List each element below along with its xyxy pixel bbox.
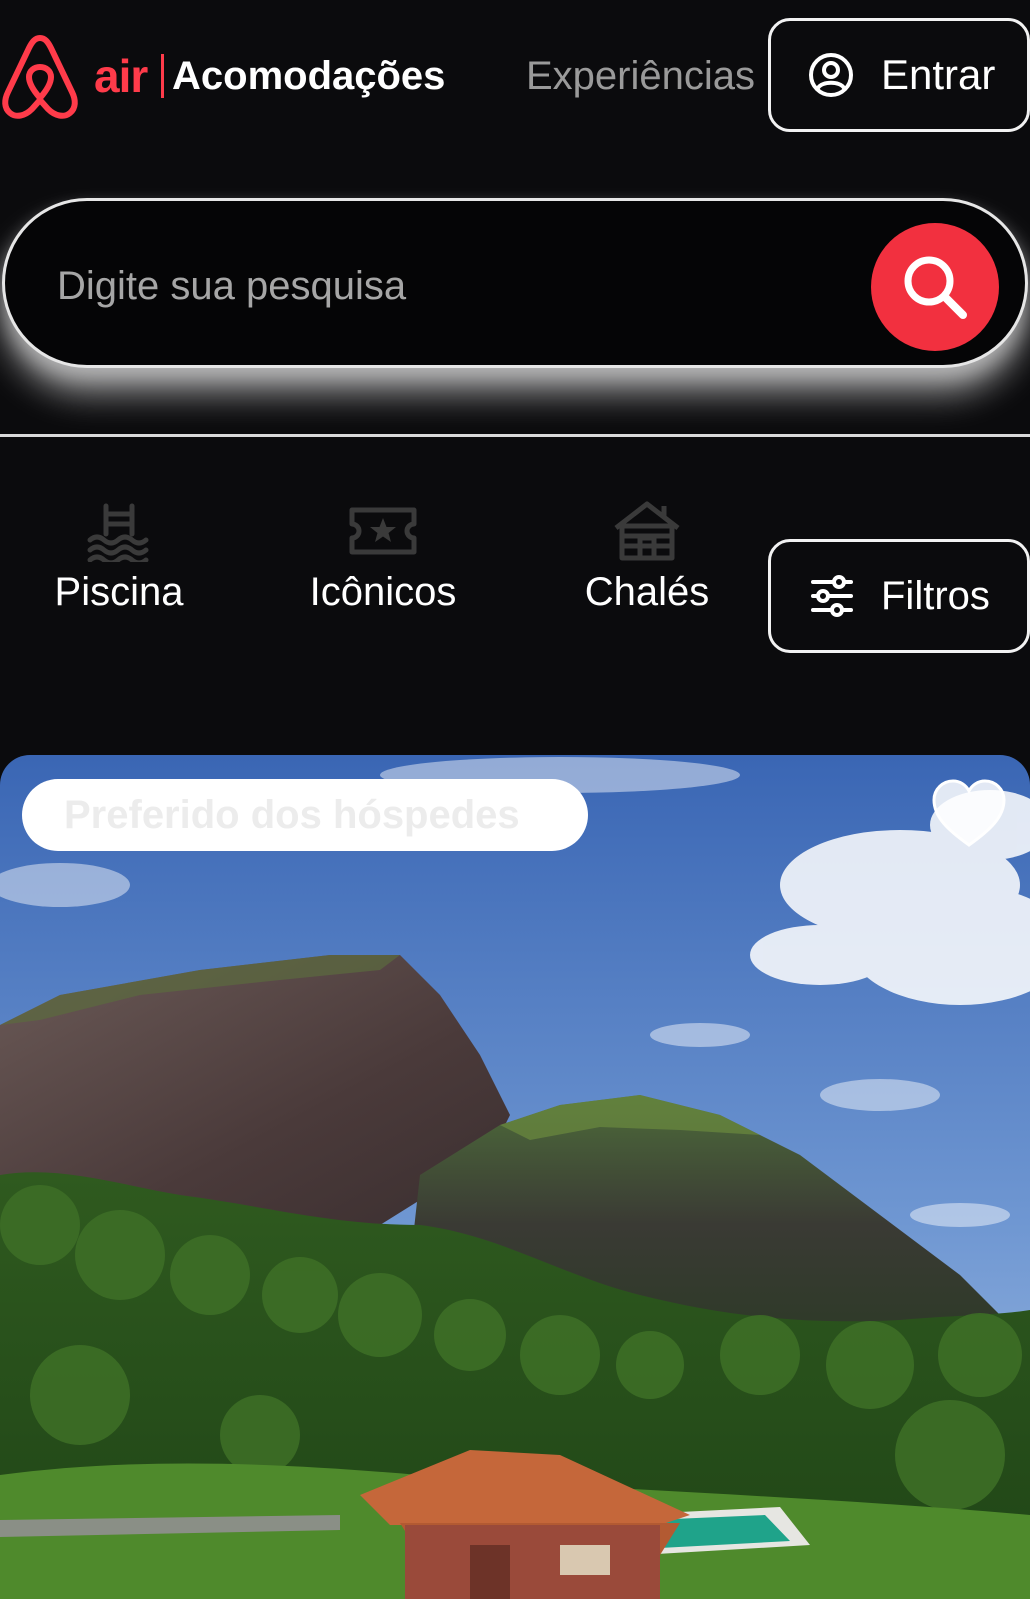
category-iconic[interactable]: Icônicos — [268, 500, 498, 630]
category-cabins[interactable]: Chalés — [532, 500, 762, 630]
nav-experiences-tab[interactable]: Experiências — [526, 50, 755, 102]
listing-photo[interactable] — [0, 755, 1030, 1599]
brand-logo-text[interactable]: air — [94, 48, 148, 104]
search-input[interactable] — [57, 251, 837, 321]
guest-favorite-badge: Preferido dos hóspedes — [22, 779, 588, 851]
sliders-icon — [811, 575, 853, 617]
search-bar — [2, 198, 1028, 368]
search-icon — [904, 256, 967, 319]
heart-icon[interactable] — [928, 775, 1010, 851]
user-circle-icon — [809, 53, 853, 97]
category-label: Icônicos — [309, 570, 457, 614]
login-button-label: Entrar — [881, 51, 996, 98]
page: air Acomodações Experiências Entrar Digi… — [0, 0, 1030, 1599]
header-divider — [0, 434, 1030, 437]
category-label: Chalés — [584, 570, 710, 614]
login-button[interactable]: Entrar — [768, 18, 1030, 132]
logo-separator — [161, 54, 164, 98]
header: air Acomodações Experiências Entrar — [0, 0, 1030, 150]
nav-accommodations-tab[interactable]: Acomodações — [172, 50, 445, 102]
star-ticket-icon — [349, 507, 417, 555]
airbnb-belo-icon[interactable] — [0, 32, 80, 120]
pool-icon — [87, 503, 149, 562]
filters-button-label: Filtros — [881, 573, 990, 618]
category-label: Piscina — [54, 570, 184, 614]
search-button[interactable] — [871, 223, 999, 351]
filters-button[interactable]: Filtros — [768, 539, 1030, 653]
cabin-icon — [614, 501, 680, 561]
category-pool[interactable]: Piscina — [4, 500, 234, 630]
listing-card[interactable]: Preferido dos hóspedes — [0, 755, 1030, 1599]
